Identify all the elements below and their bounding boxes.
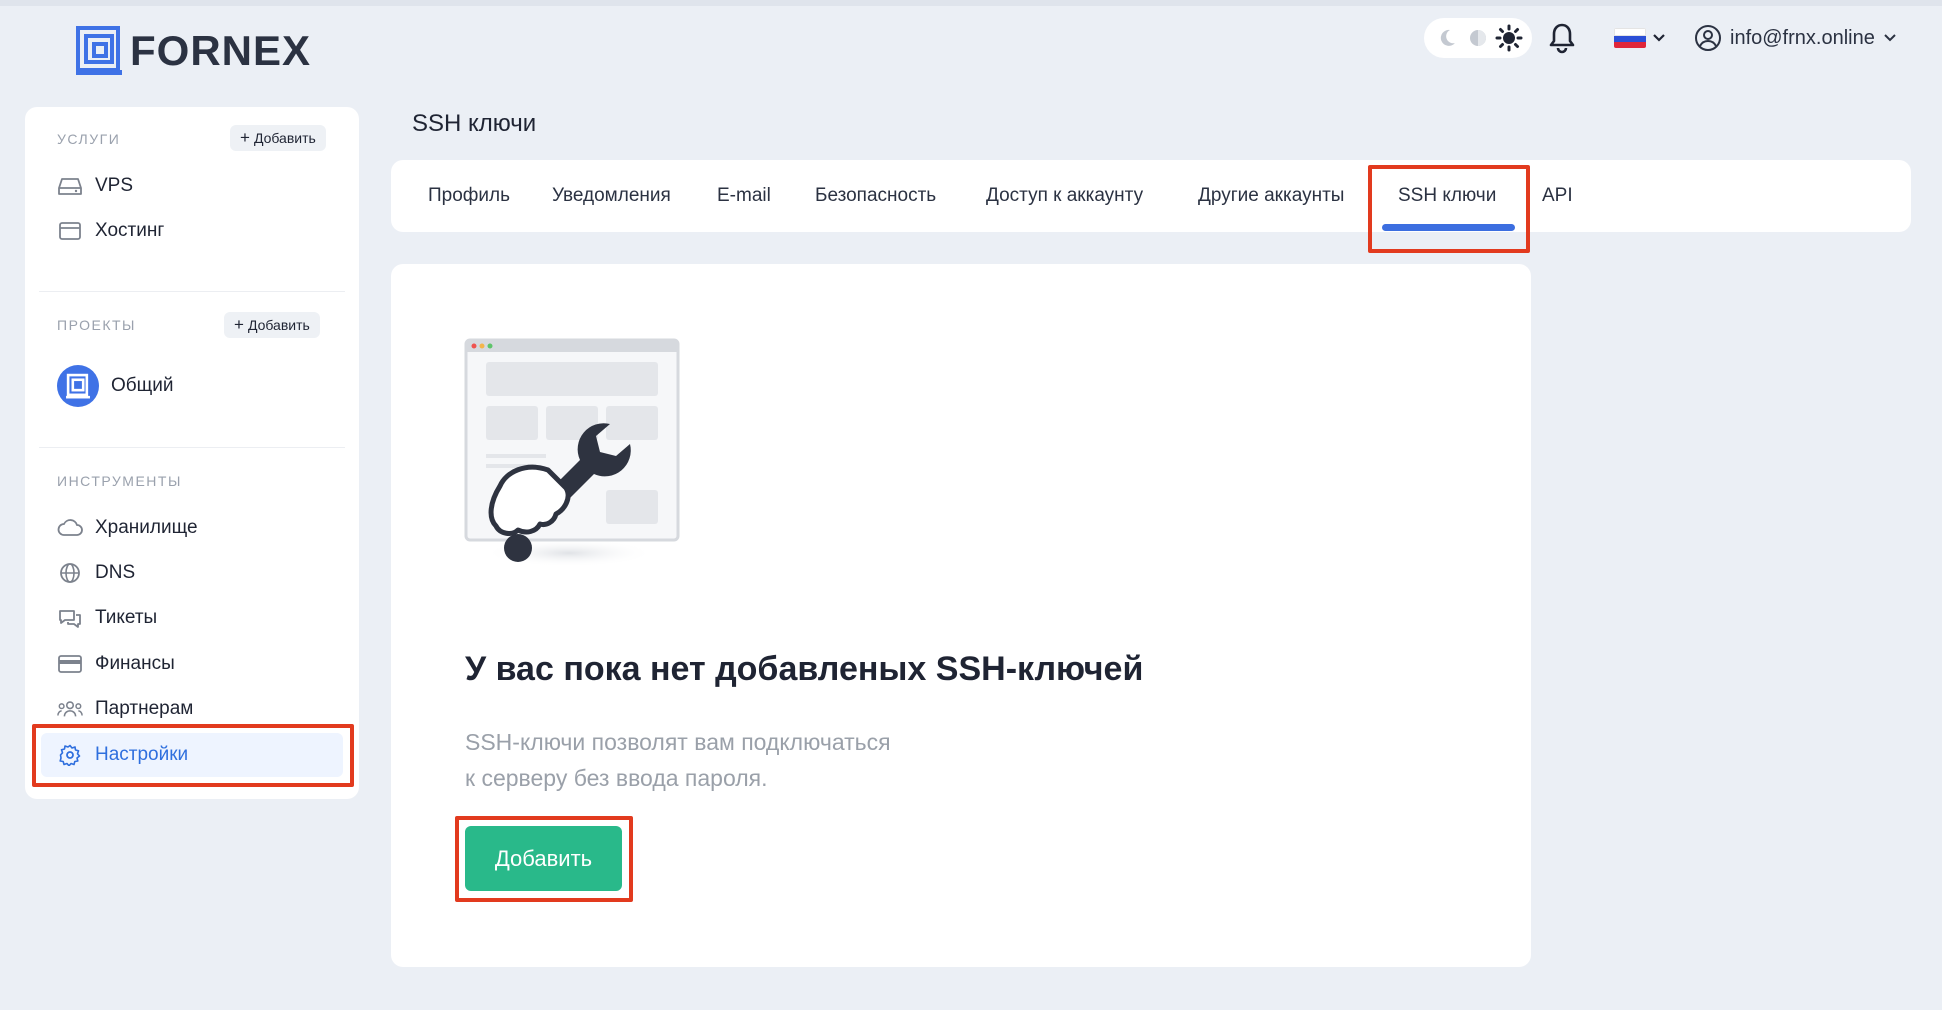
empty-state-illustration bbox=[464, 338, 680, 567]
sun-icon[interactable] bbox=[1495, 24, 1523, 52]
add-service-label: Добавить bbox=[253, 130, 316, 146]
user-menu[interactable]: info@frnx.online bbox=[1694, 24, 1897, 52]
plus-icon: + bbox=[234, 315, 244, 334]
add-project-label: Добавить bbox=[247, 317, 310, 333]
page-title: SSH ключи bbox=[412, 110, 537, 137]
sidebar-item-vps[interactable]: VPS bbox=[55, 166, 133, 206]
brand-logo[interactable]: FORNEX bbox=[76, 26, 311, 76]
sidebar-divider bbox=[39, 447, 345, 448]
user-avatar-icon bbox=[1695, 25, 1721, 51]
sidebar: УСЛУГИ + Добавить VPS Хостинг ПРОЕКТЫ + … bbox=[25, 107, 359, 799]
theme-switcher[interactable] bbox=[1424, 18, 1532, 58]
fornex-logo-icon bbox=[76, 26, 122, 75]
tab-email[interactable]: E-mail bbox=[717, 160, 771, 232]
highlight-frame-settings bbox=[32, 724, 354, 787]
russia-flag-icon bbox=[1614, 28, 1646, 48]
sidebar-item-dns[interactable]: DNS bbox=[55, 553, 135, 593]
sidebar-item-tickets[interactable]: Тикеты bbox=[55, 598, 157, 638]
tab-other-accounts[interactable]: Другие аккаунты bbox=[1198, 160, 1344, 232]
top-strip bbox=[0, 0, 1942, 6]
empty-state-description-line: SSH-ключи позволят вам подключаться bbox=[465, 729, 891, 755]
sidebar-item-label: DNS bbox=[95, 562, 136, 583]
add-service-button[interactable]: + Добавить bbox=[230, 125, 326, 151]
users-icon bbox=[57, 696, 83, 722]
chat-icon bbox=[57, 605, 83, 631]
globe-icon bbox=[57, 560, 83, 586]
empty-state-description: SSH-ключи позволят вам подключаться к се… bbox=[465, 724, 985, 796]
project-logo-icon bbox=[57, 365, 99, 407]
credit-card-icon bbox=[57, 651, 83, 677]
tab-account-access[interactable]: Доступ к аккаунту bbox=[986, 160, 1143, 232]
sidebar-item-label: Хостинг bbox=[95, 220, 165, 241]
tab-profile[interactable]: Профиль bbox=[428, 160, 510, 232]
empty-state-title: У вас пока нет добавленых SSH-ключей bbox=[465, 650, 1144, 688]
sidebar-item-project-general[interactable]: Общий bbox=[55, 358, 174, 414]
notifications-bell-icon[interactable] bbox=[1547, 22, 1577, 54]
highlight-frame-add-button bbox=[455, 816, 633, 902]
auto-icon[interactable] bbox=[1464, 24, 1492, 52]
server-icon bbox=[57, 173, 83, 199]
user-email: info@frnx.online bbox=[1730, 26, 1875, 49]
sidebar-item-label: VPS bbox=[95, 175, 134, 196]
cloud-icon bbox=[57, 515, 83, 541]
tab-notifications[interactable]: Уведомления bbox=[552, 160, 671, 232]
highlight-frame-ssh-tab bbox=[1368, 165, 1530, 253]
tab-api[interactable]: API bbox=[1542, 160, 1573, 232]
brand-name: FORNEX bbox=[130, 27, 312, 74]
plus-icon: + bbox=[240, 128, 250, 147]
projects-heading: ПРОЕКТЫ bbox=[57, 317, 136, 333]
sidebar-item-label: Хранилище bbox=[95, 517, 198, 538]
sidebar-item-label: Финансы bbox=[95, 653, 175, 674]
sidebar-item-storage[interactable]: Хранилище bbox=[55, 508, 198, 548]
empty-state-description-line: к серверу без ввода пароля. bbox=[465, 765, 768, 791]
sidebar-item-hosting[interactable]: Хостинг bbox=[55, 211, 164, 251]
services-heading: УСЛУГИ bbox=[57, 131, 121, 147]
sidebar-item-label: Тикеты bbox=[95, 607, 158, 628]
sidebar-item-finance[interactable]: Финансы bbox=[55, 644, 175, 684]
tab-security[interactable]: Безопасность bbox=[815, 160, 936, 232]
chevron-down-icon bbox=[1884, 34, 1896, 42]
moon-icon[interactable] bbox=[1433, 24, 1461, 52]
sidebar-item-label: Партнерам bbox=[95, 698, 194, 719]
browser-window-icon bbox=[57, 218, 83, 244]
sidebar-divider bbox=[39, 291, 345, 292]
language-selector[interactable] bbox=[1614, 28, 1666, 48]
tools-heading: ИНСТРУМЕНТЫ bbox=[57, 473, 182, 489]
sidebar-item-partners[interactable]: Партнерам bbox=[55, 689, 193, 729]
chevron-down-icon bbox=[1653, 34, 1665, 42]
sidebar-item-label: Общий bbox=[111, 375, 174, 396]
add-project-button[interactable]: + Добавить bbox=[224, 312, 320, 338]
